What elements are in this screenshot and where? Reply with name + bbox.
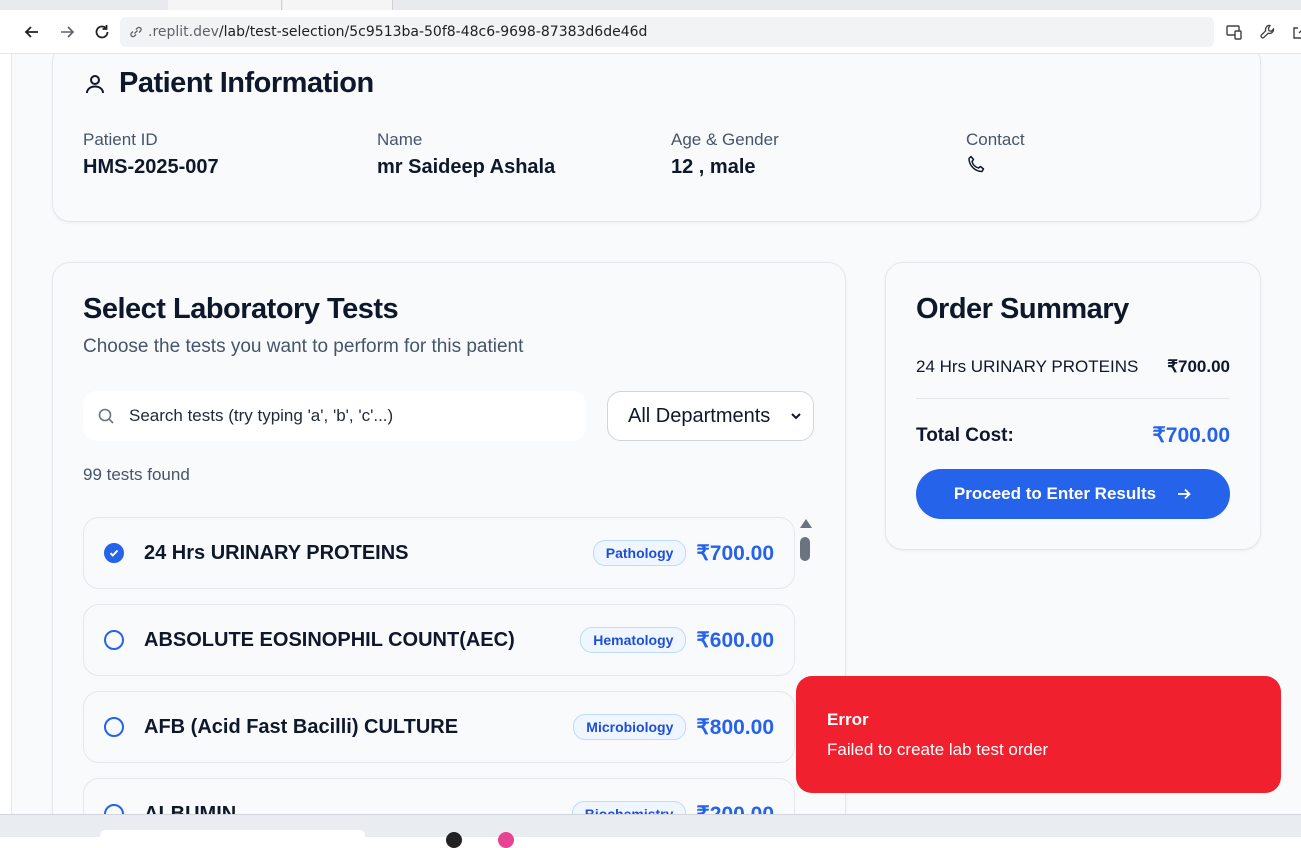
- patient-id-field: Patient ID HMS-2025-007: [83, 130, 219, 179]
- test-price: ₹200.00: [696, 802, 774, 815]
- patient-info-header: Patient Information: [83, 67, 374, 100]
- total-cost-value: ₹700.00: [1152, 424, 1230, 447]
- order-summary-title: Order Summary: [916, 293, 1129, 325]
- test-price: ₹700.00: [696, 541, 774, 565]
- browser-tab-strip: [0, 0, 1301, 10]
- test-name: 24 Hrs URINARY PROTEINS: [144, 541, 409, 564]
- field-label: Patient ID: [83, 130, 158, 149]
- search-icon: [98, 408, 114, 424]
- field-label: Name: [377, 130, 423, 149]
- url-path: /lab/test-selection/5c9513ba-50f8-48c6-9…: [218, 24, 648, 40]
- summary-item-price: ₹700.00: [1167, 357, 1230, 376]
- department-select[interactable]: All Departments: [607, 391, 814, 441]
- proceed-button[interactable]: Proceed to Enter Results: [916, 469, 1230, 519]
- proceed-button-label: Proceed to Enter Results: [953, 484, 1157, 503]
- department-badge: Hematology: [580, 627, 687, 653]
- test-row[interactable]: ABSOLUTE EOSINOPHIL COUNT(AEC) Hematolog…: [83, 604, 795, 676]
- address-bar[interactable]: .replit.dev/lab/test-selection/5c9513ba-…: [120, 17, 1214, 47]
- left-panel-edge: [0, 54, 12, 814]
- scroll-up-arrow-icon[interactable]: [800, 519, 812, 528]
- reload-icon: [95, 25, 109, 39]
- test-row[interactable]: AFB (Acid Fast Bacilli) CULTURE Microbio…: [83, 691, 795, 763]
- toast-title: Error: [827, 710, 869, 729]
- browser-tab[interactable]: [168, 0, 282, 10]
- test-price: ₹600.00: [696, 628, 774, 652]
- cast-button[interactable]: [1222, 20, 1246, 44]
- test-checkbox-checked[interactable]: [104, 543, 124, 563]
- test-selection-title: Select Laboratory Tests: [83, 293, 399, 325]
- toast-message: Failed to create lab test order: [827, 740, 1049, 759]
- user-icon: [86, 74, 104, 93]
- link-icon: [130, 26, 142, 38]
- department-badge: Pathology: [592, 540, 687, 566]
- arrow-right-icon: [61, 26, 75, 38]
- back-button[interactable]: [20, 20, 44, 44]
- test-meta: Hematology ₹600.00: [580, 627, 774, 653]
- test-checkbox[interactable]: [104, 630, 124, 650]
- department-badge: Microbiology: [573, 714, 687, 740]
- test-name: ABSOLUTE EOSINOPHIL COUNT(AEC): [144, 628, 515, 651]
- total-cost-label: Total Cost:: [916, 424, 1014, 446]
- reload-button[interactable]: [90, 20, 114, 44]
- browser-tab[interactable]: [283, 0, 393, 10]
- arrow-left-icon: [24, 26, 38, 38]
- test-row[interactable]: 24 Hrs URINARY PROTEINS Pathology ₹700.0…: [83, 517, 795, 589]
- patient-info-title: Patient Information: [119, 67, 374, 99]
- test-search-input[interactable]: [129, 406, 549, 426]
- patient-contact-value: [966, 154, 1025, 180]
- field-label: Contact: [966, 130, 1025, 149]
- patient-age-gender-field: Age & Gender 12 , male: [671, 130, 779, 179]
- order-summary-card: Order Summary 24 Hrs URINARY PROTEINS ₹7…: [885, 262, 1261, 550]
- summary-divider: [916, 398, 1230, 399]
- external-link-icon: [1293, 25, 1301, 39]
- patient-id-value: HMS-2025-007: [83, 156, 219, 178]
- total-cost-row: Total Cost: ₹700.00: [916, 423, 1230, 448]
- department-select-value: All Departments: [628, 404, 771, 427]
- taskbar-app-icon[interactable]: [446, 832, 462, 848]
- field-label: Age & Gender: [671, 130, 779, 149]
- summary-item-name: 24 Hrs URINARY PROTEINS: [916, 357, 1139, 376]
- url-host: .replit.dev: [148, 24, 219, 40]
- department-badge: Biochemistry: [571, 801, 687, 814]
- browser-toolbar: .replit.dev/lab/test-selection/5c9513ba-…: [0, 10, 1301, 54]
- test-checkbox[interactable]: [104, 717, 124, 737]
- scrollbar-thumb[interactable]: [800, 537, 810, 561]
- chevron-down-icon: [791, 413, 801, 420]
- patient-contact-field: Contact: [966, 130, 1025, 180]
- devices-icon: [1226, 25, 1242, 40]
- patient-name-field: Name mr Saideep Ashala: [377, 130, 555, 179]
- arrow-right-icon: [1178, 488, 1191, 500]
- error-toast[interactable]: Error Failed to create lab test order: [796, 676, 1281, 793]
- patient-info-card: Patient Information Patient ID HMS-2025-…: [52, 54, 1261, 222]
- summary-line-item: 24 Hrs URINARY PROTEINS ₹700.00: [916, 357, 1230, 377]
- patient-name-value: mr Saideep Ashala: [377, 156, 556, 178]
- open-external-button[interactable]: [1288, 20, 1301, 44]
- test-name: AFB (Acid Fast Bacilli) CULTURE: [144, 715, 459, 738]
- taskbar-search[interactable]: [100, 830, 365, 840]
- tests-found-count: 99 tests found: [83, 465, 190, 484]
- test-selection-subtitle: Choose the tests you want to perform for…: [83, 336, 524, 357]
- taskbar-app-icon[interactable]: [498, 832, 514, 848]
- patient-age-gender-value: 12 , male: [671, 156, 756, 178]
- os-taskbar: [0, 814, 1301, 848]
- test-price: ₹800.00: [696, 715, 774, 739]
- test-selection-card: Select Laboratory Tests Choose the tests…: [52, 262, 846, 814]
- wrench-icon: [1260, 24, 1275, 39]
- check-icon: [109, 549, 119, 557]
- test-meta: Biochemistry ₹200.00: [571, 801, 774, 815]
- forward-button[interactable]: [55, 20, 79, 44]
- test-name: ALBUMIN: [144, 802, 237, 815]
- test-row[interactable]: ALBUMIN Biochemistry ₹200.00: [83, 778, 795, 814]
- test-checkbox[interactable]: [104, 804, 124, 814]
- devtools-button[interactable]: [1256, 20, 1280, 44]
- test-search-box: [83, 391, 586, 441]
- test-meta: Microbiology ₹800.00: [573, 714, 774, 740]
- phone-icon: [968, 155, 985, 173]
- test-meta: Pathology ₹700.00: [592, 540, 774, 566]
